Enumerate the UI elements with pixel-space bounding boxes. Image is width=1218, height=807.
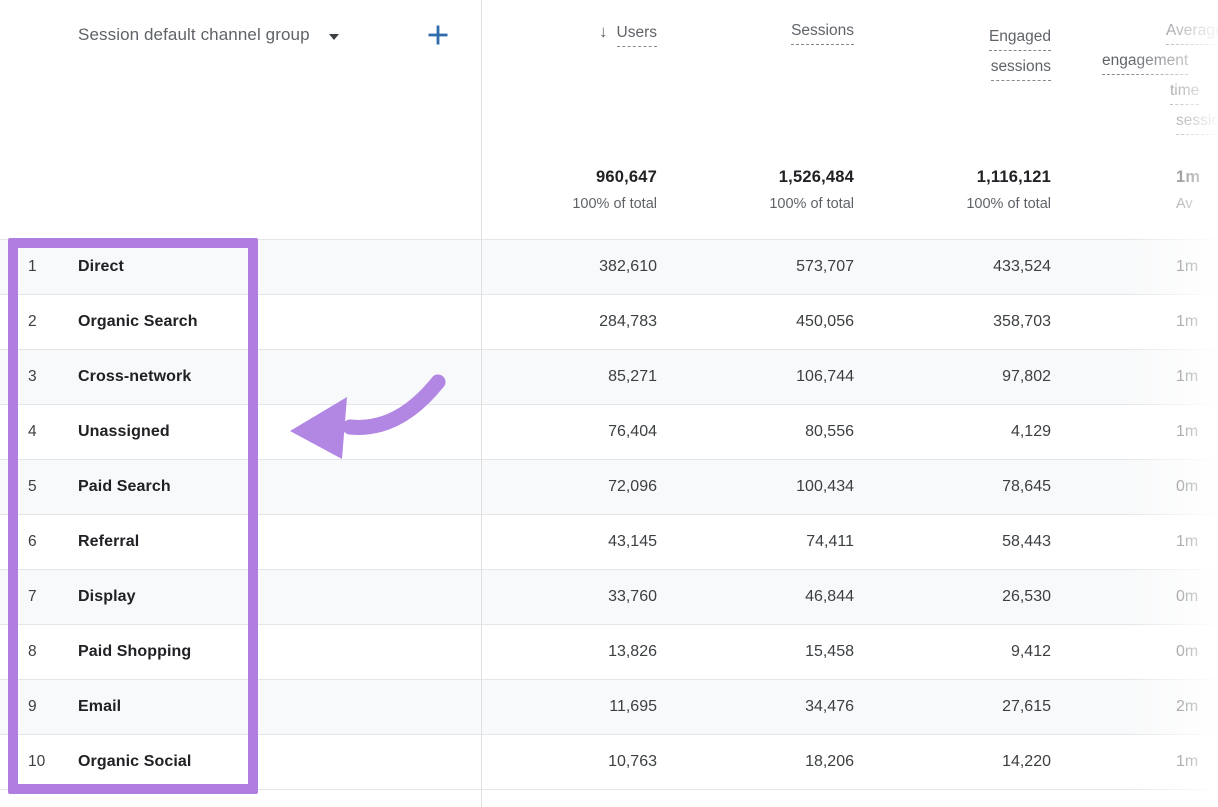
row-sessions-value: 46,844 — [678, 588, 875, 606]
dimension-selector[interactable]: Session default channel group — [78, 25, 339, 45]
total-avg-engagement-time: 1m Av — [1072, 168, 1218, 212]
total-sessions-pct: 100% of total — [678, 196, 854, 212]
column-header-users[interactable]: Users — [481, 22, 678, 42]
row-users-value: 284,783 — [481, 313, 678, 331]
row-engaged-value: 358,703 — [875, 313, 1072, 331]
row-engaged-value: 27,615 — [875, 698, 1072, 716]
plus-icon — [426, 23, 450, 47]
column-header-engaged-line2: sessions — [991, 58, 1051, 81]
row-avg-time-value: 0m — [1072, 478, 1218, 496]
row-engaged-value: 26,530 — [875, 588, 1072, 606]
column-divider — [481, 0, 482, 807]
row-users-value: 43,145 — [481, 533, 678, 551]
row-sessions-value: 34,476 — [678, 698, 875, 716]
total-users-value: 960,647 — [481, 168, 657, 187]
row-sessions-value: 80,556 — [678, 423, 875, 441]
row-avg-time-value: 1m — [1072, 258, 1218, 276]
column-header-engaged-sessions[interactable]: Engaged sessions — [875, 22, 1072, 82]
total-engaged-pct: 100% of total — [875, 196, 1051, 212]
avg-header-line3: time — [1170, 82, 1199, 105]
row-sessions-value: 106,744 — [678, 368, 875, 386]
row-avg-time-value: 2m — [1072, 698, 1218, 716]
row-avg-time-value: 0m — [1072, 588, 1218, 606]
row-avg-time-value: 0m — [1072, 643, 1218, 661]
row-sessions-value: 74,411 — [678, 533, 875, 551]
row-avg-time-value: 1m — [1072, 313, 1218, 331]
column-header-sessions[interactable]: Sessions — [678, 22, 875, 40]
row-users-value: 10,763 — [481, 753, 678, 771]
row-sessions-value: 100,434 — [678, 478, 875, 496]
column-header-sessions-label: Sessions — [791, 22, 854, 45]
add-dimension-button[interactable] — [426, 23, 450, 47]
total-sessions-value: 1,526,484 — [678, 168, 854, 187]
column-header-users-label: Users — [617, 24, 657, 47]
row-avg-time-value: 1m — [1072, 423, 1218, 441]
row-users-value: 13,826 — [481, 643, 678, 661]
row-engaged-value: 4,129 — [875, 423, 1072, 441]
row-users-value: 382,610 — [481, 258, 678, 276]
total-avg-time-value: 1m — [1176, 168, 1218, 187]
total-users-pct: 100% of total — [481, 196, 657, 212]
row-engaged-value: 433,524 — [875, 258, 1072, 276]
row-engaged-value: 97,802 — [875, 368, 1072, 386]
row-avg-time-value: 1m — [1072, 753, 1218, 771]
sort-descending-icon — [599, 22, 608, 42]
row-sessions-value: 450,056 — [678, 313, 875, 331]
total-users: 960,647 100% of total — [481, 168, 678, 212]
avg-header-line2: engagement — [1102, 52, 1188, 75]
row-engaged-value: 78,645 — [875, 478, 1072, 496]
row-users-value: 33,760 — [481, 588, 678, 606]
row-sessions-value: 18,206 — [678, 753, 875, 771]
avg-header-line1: Average — [1166, 22, 1218, 45]
row-engaged-value: 9,412 — [875, 643, 1072, 661]
total-engaged-value: 1,116,121 — [875, 168, 1051, 187]
column-header-engaged-line1: Engaged — [989, 28, 1051, 51]
avg-header-line4: session — [1176, 112, 1218, 135]
analytics-report-table: Session default channel group Users Sess… — [0, 0, 1218, 807]
row-users-value: 72,096 — [481, 478, 678, 496]
total-sessions: 1,526,484 100% of total — [678, 168, 875, 212]
dimension-label: Session default channel group — [78, 25, 310, 45]
chevron-down-icon — [329, 34, 339, 40]
row-engaged-value: 58,443 — [875, 533, 1072, 551]
row-users-value: 76,404 — [481, 423, 678, 441]
row-sessions-value: 573,707 — [678, 258, 875, 276]
row-users-value: 85,271 — [481, 368, 678, 386]
total-engaged-sessions: 1,116,121 100% of total — [875, 168, 1072, 212]
row-avg-time-value: 1m — [1072, 368, 1218, 386]
row-users-value: 11,695 — [481, 698, 678, 716]
row-engaged-value: 14,220 — [875, 753, 1072, 771]
row-sessions-value: 15,458 — [678, 643, 875, 661]
arrow-annotation — [278, 366, 453, 471]
row-avg-time-value: 1m — [1072, 533, 1218, 551]
total-avg-time-sub: Av — [1176, 196, 1218, 212]
highlight-box-annotation — [8, 238, 258, 794]
